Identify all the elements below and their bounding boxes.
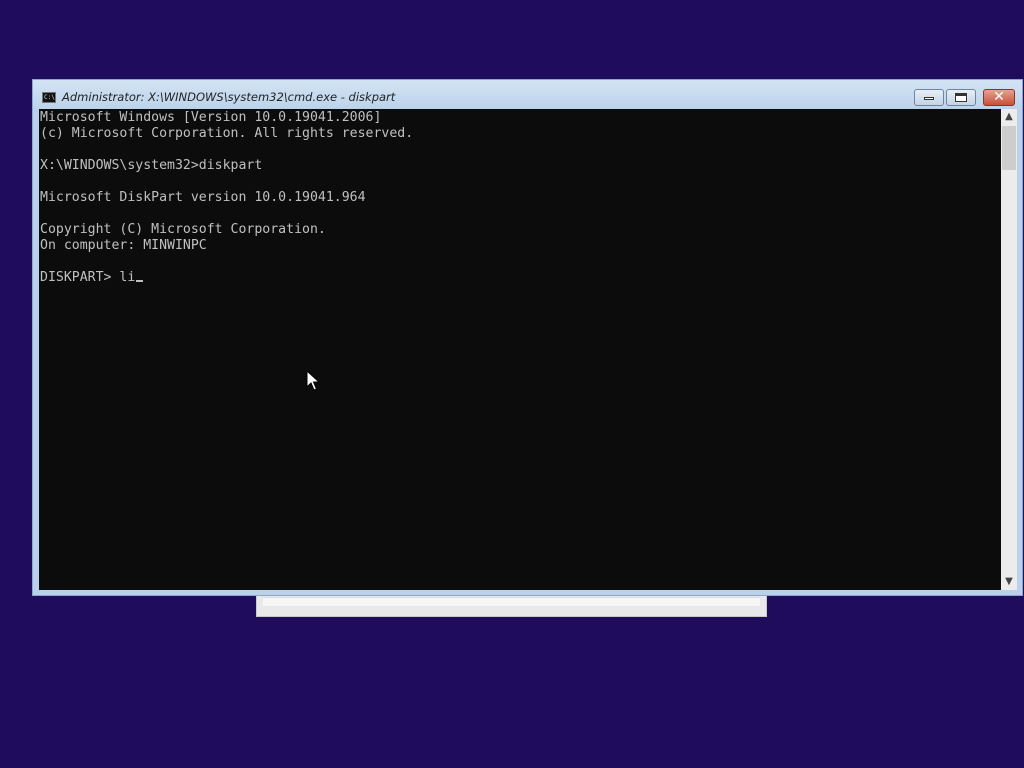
scroll-thumb[interactable] bbox=[1002, 126, 1016, 170]
diskpart-prompt-input[interactable]: DISKPART> li bbox=[40, 270, 135, 285]
console-line: X:\WINDOWS\system32>diskpart bbox=[40, 158, 263, 173]
scroll-down-arrow-icon[interactable]: ▼ bbox=[1001, 574, 1017, 590]
title-bar[interactable]: C:\ Administrator: X:\WINDOWS\system32\c… bbox=[33, 80, 1022, 108]
setup-window-strip bbox=[263, 597, 760, 606]
cmd-window[interactable]: C:\ Administrator: X:\WINDOWS\system32\c… bbox=[32, 79, 1023, 596]
close-icon: ✕ bbox=[993, 89, 1005, 105]
console-line: Copyright (C) Microsoft Corporation. bbox=[40, 222, 326, 237]
mouse-pointer-icon bbox=[306, 370, 320, 391]
console-line: Microsoft Windows [Version 10.0.19041.20… bbox=[40, 110, 382, 125]
console-input-line[interactable]: DISKPART> li bbox=[40, 270, 413, 286]
cmd-app-icon: C:\ bbox=[42, 92, 56, 103]
minimize-button[interactable] bbox=[914, 89, 944, 106]
maximize-icon bbox=[955, 93, 967, 102]
close-button[interactable]: ✕ bbox=[983, 89, 1015, 106]
console-output-area[interactable]: Microsoft Windows [Version 10.0.19041.20… bbox=[39, 109, 1001, 590]
scroll-up-arrow-icon[interactable]: ▲ bbox=[1001, 109, 1017, 125]
console-line: Microsoft DiskPart version 10.0.19041.96… bbox=[40, 190, 366, 205]
maximize-button[interactable] bbox=[946, 89, 976, 106]
vertical-scrollbar[interactable]: ▲ ▼ bbox=[1001, 109, 1017, 590]
minimize-icon bbox=[924, 97, 934, 100]
desktop: C:\ Administrator: X:\WINDOWS\system32\c… bbox=[0, 0, 1024, 768]
window-title: Administrator: X:\WINDOWS\system32\cmd.e… bbox=[62, 90, 396, 104]
console-line: On computer: MINWINPC bbox=[40, 238, 207, 253]
console-line: (c) Microsoft Corporation. All rights re… bbox=[40, 126, 414, 141]
console-lines: Microsoft Windows [Version 10.0.19041.20… bbox=[40, 110, 413, 286]
text-cursor bbox=[136, 280, 144, 282]
